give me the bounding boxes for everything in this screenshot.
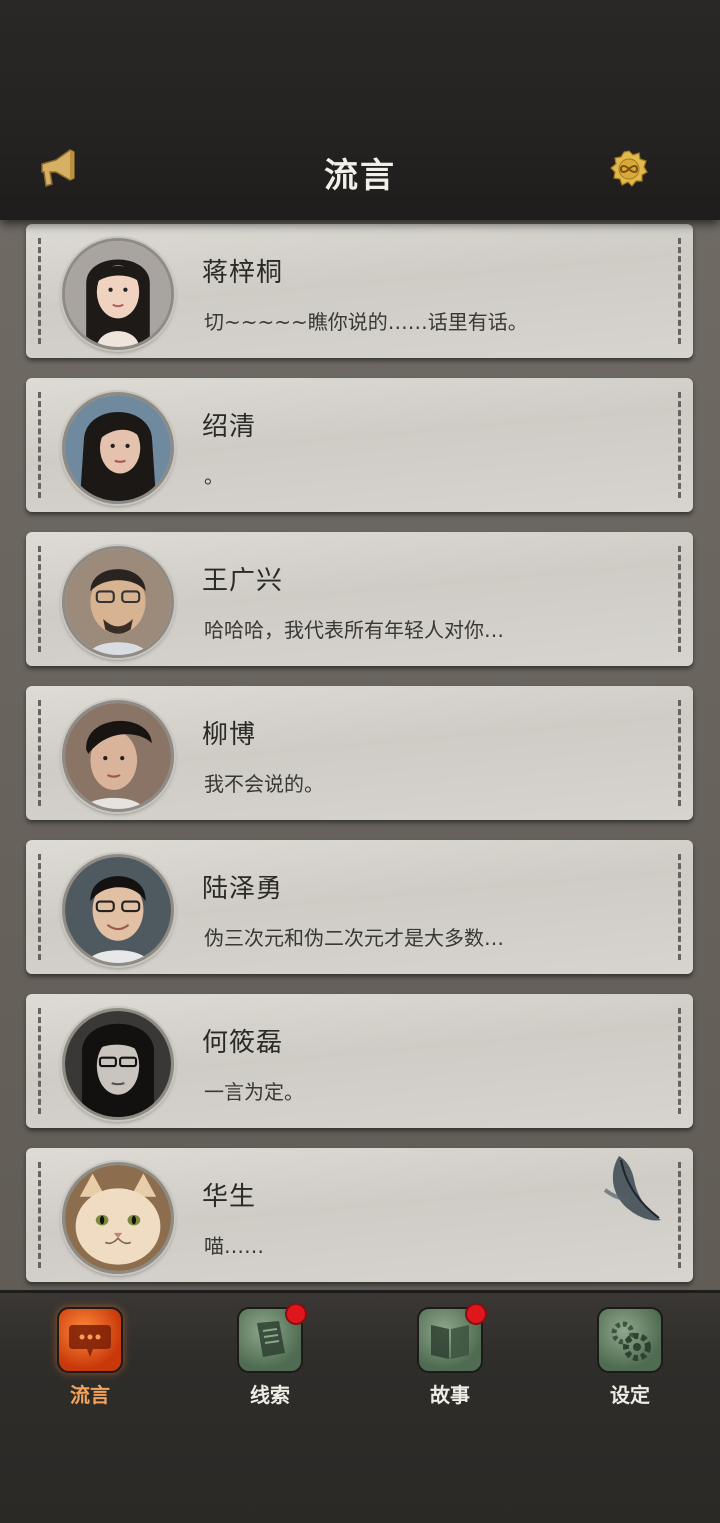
book-icon — [417, 1303, 487, 1373]
tab-label: 流言 — [70, 1383, 110, 1407]
contact-name: 王广兴 — [202, 566, 284, 596]
bottom-tab-bar: 流言 线索 故事 设定 — [0, 1290, 720, 1523]
contact-message: 我不会说的。 — [204, 772, 324, 796]
avatar — [62, 238, 174, 350]
infinity-coin-icon[interactable] — [610, 150, 648, 188]
avatar — [62, 700, 174, 812]
tab-settings[interactable]: 设定 — [570, 1307, 690, 1408]
quill-icon — [599, 1150, 669, 1230]
notification-badge — [465, 1303, 487, 1325]
contact-name: 绍清 — [202, 412, 257, 442]
avatar — [62, 1008, 174, 1120]
contact-name: 陆泽勇 — [202, 874, 284, 904]
contact-name: 华生 — [202, 1182, 257, 1212]
notes-icon — [237, 1303, 307, 1373]
contact-card[interactable]: 柳博 我不会说的。 — [26, 686, 693, 820]
contact-message: 喵…… — [204, 1234, 264, 1258]
tab-clues[interactable]: 线索 — [210, 1303, 330, 1408]
contact-name: 蒋梓桐 — [202, 258, 284, 288]
contact-name: 何筱磊 — [202, 1028, 284, 1058]
gear-icon — [597, 1307, 663, 1373]
contact-message: 一言为定。 — [204, 1080, 304, 1104]
tab-label: 设定 — [610, 1383, 650, 1407]
avatar — [62, 392, 174, 504]
contact-message: 。 — [204, 464, 224, 488]
contact-message: 伪三次元和伪二次元才是大多数… — [204, 926, 504, 950]
chat-bubble-icon — [57, 1307, 123, 1373]
contact-name: 柳博 — [202, 720, 257, 750]
contact-message: 哈哈哈，我代表所有年轻人对你… — [204, 618, 504, 642]
contact-card[interactable]: 绍清 。 — [26, 378, 693, 512]
avatar — [62, 1162, 174, 1274]
avatar — [62, 546, 174, 658]
contact-card[interactable]: 蒋梓桐 切~~~~~瞧你说的……话里有话。 — [26, 224, 693, 358]
contact-card[interactable]: 陆泽勇 伪三次元和伪二次元才是大多数… — [26, 840, 693, 974]
top-bar: 流言 — [0, 0, 720, 220]
tab-label: 故事 — [430, 1383, 470, 1407]
contact-card[interactable]: 何筱磊 一言为定。 — [26, 994, 693, 1128]
contact-message: 切~~~~~瞧你说的……话里有话。 — [204, 310, 528, 334]
tab-label: 线索 — [250, 1383, 290, 1407]
contact-list: 蒋梓桐 切~~~~~瞧你说的……话里有话。 绍清 。 王广兴 哈哈哈，我代表所有… — [0, 220, 720, 1290]
contact-card[interactable]: 华生 喵…… — [26, 1148, 693, 1282]
tab-story[interactable]: 故事 — [390, 1303, 510, 1408]
tab-rumors[interactable]: 流言 — [30, 1307, 150, 1408]
notification-badge — [285, 1303, 307, 1325]
avatar — [62, 854, 174, 966]
contact-card[interactable]: 王广兴 哈哈哈，我代表所有年轻人对你… — [26, 532, 693, 666]
